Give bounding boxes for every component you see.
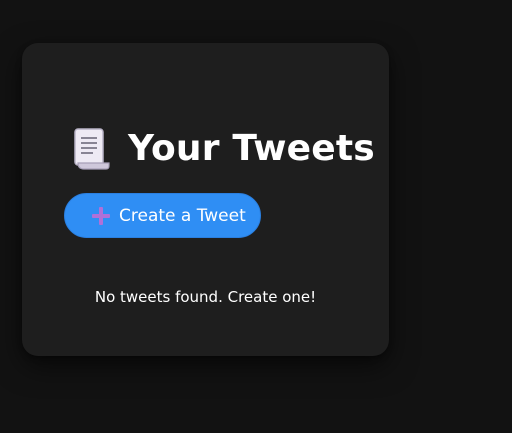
page-title: Your Tweets <box>128 128 375 169</box>
scroll-icon <box>72 127 110 171</box>
create-tweet-label: Create a Tweet <box>119 205 246 226</box>
plus-icon <box>92 206 110 225</box>
tweets-card: Your Tweets Create a Tweet No tweets fou… <box>22 43 389 356</box>
empty-state-message: No tweets found. Create one! <box>94 288 317 306</box>
create-tweet-button[interactable]: Create a Tweet <box>64 193 261 238</box>
page-header: Your Tweets <box>72 125 375 173</box>
